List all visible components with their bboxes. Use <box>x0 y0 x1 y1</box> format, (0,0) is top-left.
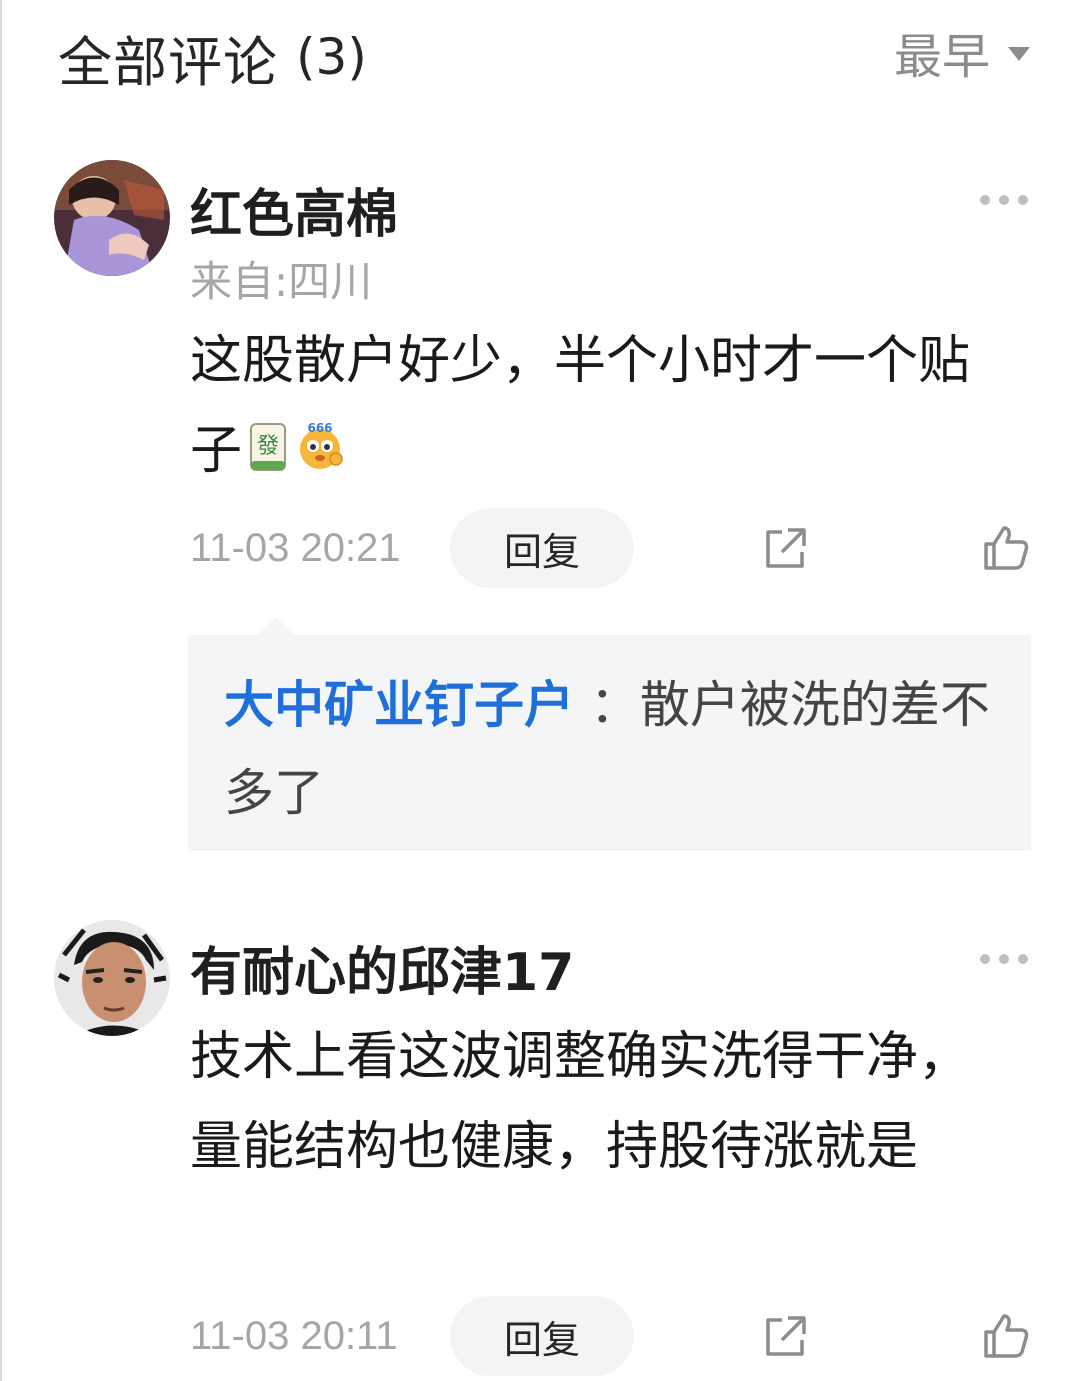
666-emoji-icon: 666 <box>294 409 346 499</box>
reply-separator: ： <box>574 676 640 734</box>
reply-button[interactable]: 回复 <box>450 1296 634 1376</box>
avatar[interactable] <box>54 920 170 1036</box>
thumbs-up-icon[interactable] <box>980 522 1032 574</box>
comment-actions: 11-03 20:11 回复 <box>190 1296 1032 1376</box>
comments-header: 全部评论 (3) <box>58 22 367 94</box>
mahjong-fa-emoji-icon: 發 <box>250 409 287 499</box>
reply-author[interactable]: 大中矿业钉子户 <box>224 676 574 734</box>
comment-text: 技术上看这波调整确实洗得干净，量能结构也健康，持股待涨就是 <box>190 1027 971 1177</box>
caret-down-icon <box>1008 47 1030 61</box>
avatar[interactable] <box>54 160 170 276</box>
svg-text:發: 發 <box>257 434 279 459</box>
comment-timestamp: 11-03 20:11 <box>190 1314 398 1358</box>
comments-title: 全部评论 <box>58 30 278 94</box>
comments-page: 全部评论 (3) 最早 红色高棉 来自:四川 这股散户好少，半个小时才一个贴子發… <box>0 0 1080 1381</box>
more-icon[interactable] <box>980 954 1028 964</box>
comment-username[interactable]: 有耐心的邱津17 <box>190 930 574 1005</box>
reply-button[interactable]: 回复 <box>450 508 634 588</box>
comment-location: 来自:四川 <box>190 257 373 306</box>
sort-dropdown[interactable]: 最早 <box>894 22 1030 85</box>
reply-text: 大中矿业钉子户 ：散户被洗的差不多了 <box>224 661 1004 837</box>
comment-timestamp: 11-03 20:21 <box>190 526 401 570</box>
svg-text:666: 666 <box>307 421 332 435</box>
sort-label: 最早 <box>893 29 990 85</box>
share-icon[interactable] <box>760 524 810 574</box>
more-icon[interactable] <box>980 195 1028 205</box>
comment-actions: 11-03 20:21 回复 <box>190 508 1032 588</box>
share-icon[interactable] <box>760 1312 810 1362</box>
comment-text: 这股散户好少，半个小时才一个贴子發 666 <box>190 316 1020 499</box>
nested-reply[interactable]: 大中矿业钉子户 ：散户被洗的差不多了 <box>188 617 1031 851</box>
comment-username[interactable]: 红色高棉 <box>190 172 398 247</box>
comments-count: (3) <box>296 28 367 86</box>
thumbs-up-icon[interactable] <box>980 1310 1032 1362</box>
